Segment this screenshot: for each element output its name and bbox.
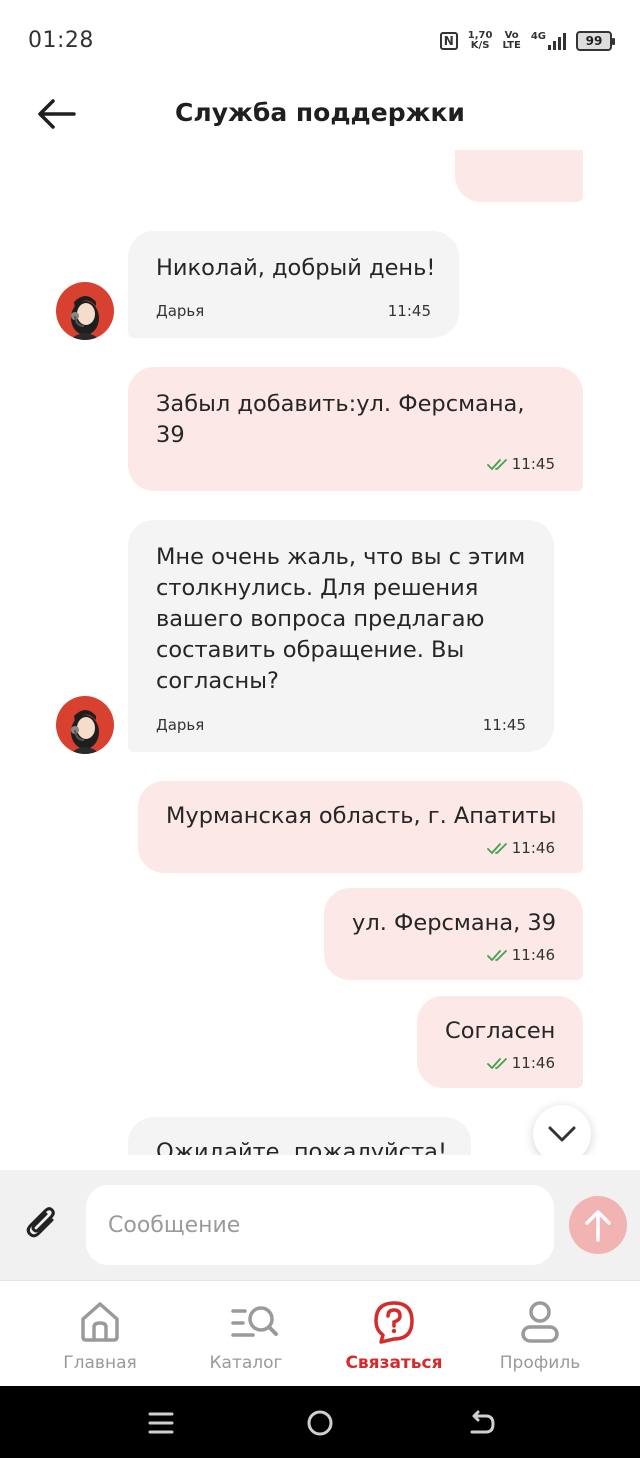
help-chat-icon	[374, 1301, 414, 1344]
agent-avatar	[56, 696, 114, 754]
arrow-up-icon	[585, 1210, 611, 1242]
bottom-navigation: Главная Каталог Связаться Профиль	[0, 1280, 640, 1386]
message-sender: Дарья	[156, 716, 205, 734]
double-check-icon	[487, 1058, 507, 1069]
double-check-icon	[487, 459, 507, 470]
network-type: 4G	[530, 31, 546, 42]
message-text-line: вашего вопроса предлагаю	[156, 606, 485, 632]
net-speed: 1,70 K/S	[468, 31, 493, 51]
home-icon	[81, 1302, 119, 1342]
battery-icon: 99	[576, 31, 615, 51]
message-time: 11:45	[387, 302, 431, 320]
message-text: Забыл добавить:ул. Ферсмана, 39	[156, 389, 524, 451]
message-bubble-incoming[interactable]: Ожидайте, пожалуйста!	[128, 1117, 471, 1155]
message-bubble-outgoing[interactable]: Согласен 11:46	[417, 996, 583, 1088]
nav-label: Связаться	[345, 1353, 443, 1373]
message-text-line: столкнулись. Для решения	[156, 575, 479, 601]
nav-item-home[interactable]: Главная	[30, 1281, 170, 1387]
previous-message-bubble	[455, 150, 583, 202]
nav-label: Главная	[63, 1353, 137, 1373]
nfc-icon: N	[439, 32, 458, 50]
nav-label: Каталог	[209, 1353, 283, 1373]
message-time: 11:46	[511, 839, 555, 857]
double-check-icon	[487, 950, 507, 961]
header: Служба поддержки	[0, 80, 640, 150]
message-time: 11:46	[511, 946, 555, 964]
message-text-line: согласны?	[156, 668, 279, 694]
agent-avatar	[56, 282, 114, 340]
system-navigation-bar	[0, 1386, 640, 1458]
double-check-icon	[487, 843, 507, 854]
back-icon[interactable]	[466, 1408, 496, 1438]
paperclip-icon	[26, 1207, 55, 1238]
message-bubble-outgoing[interactable]: Забыл добавить:ул. Ферсмана, 39 11:45	[128, 367, 583, 491]
status-icons: N 1,70 K/S Vo LTE 4G 99	[439, 28, 615, 54]
message-time: 11:45	[482, 716, 526, 734]
battery-level: 99	[585, 34, 603, 48]
home-circle-icon[interactable]	[305, 1408, 335, 1438]
chevron-down-icon	[548, 1126, 576, 1142]
message-sender: Дарья	[156, 302, 205, 320]
message-bubble-outgoing[interactable]: ул. Ферсмана, 39 11:46	[324, 888, 583, 980]
message-bubble-incoming[interactable]: Мне очень жаль, что вы с этим столкнулис…	[128, 520, 554, 752]
message-text-line: 39	[156, 422, 185, 448]
nav-item-catalog[interactable]: Каталог	[176, 1281, 316, 1387]
page-title: Служба поддержки	[175, 98, 465, 127]
message-bubble-incoming[interactable]: Николай, добрый день! Дарья 11:45	[128, 231, 459, 338]
message-text: Мурманская область, г. Апатиты	[166, 803, 557, 829]
message-text: Согласен	[445, 1018, 556, 1044]
volte-bottom: LTE	[502, 40, 521, 51]
message-text-line: составить обращение. Вы	[156, 637, 465, 663]
message-text: Мне очень жаль, что вы с этим столкнулис…	[156, 542, 525, 697]
chat-messages[interactable]: Николай, добрый день! Дарья 11:45 Забыл …	[0, 150, 640, 1155]
signal-icon: 4G	[531, 32, 566, 50]
nav-label: Профиль	[499, 1353, 581, 1373]
send-button[interactable]	[569, 1196, 627, 1254]
message-text-line: Мне очень жаль, что вы с этим	[156, 544, 526, 570]
message-time: 11:45	[511, 455, 555, 473]
scroll-to-bottom-button[interactable]	[533, 1105, 591, 1155]
message-text: Ожидайте, пожалуйста!	[156, 1139, 447, 1155]
nav-item-profile[interactable]: Профиль	[470, 1281, 610, 1387]
attach-button[interactable]	[22, 1204, 62, 1244]
net-speed-unit: K/S	[470, 40, 490, 51]
message-bubble-outgoing[interactable]: Мурманская область, г. Апатиты 11:46	[138, 781, 583, 873]
status-bar: 01:28 N 1,70 K/S Vo LTE 4G 99	[0, 0, 640, 80]
status-time: 01:28	[28, 28, 94, 53]
catalog-search-icon	[231, 1306, 279, 1337]
message-time: 11:46	[511, 1054, 555, 1072]
nav-item-contact[interactable]: Связаться	[324, 1281, 464, 1387]
volte-indicator: Vo LTE	[502, 31, 520, 51]
support-agent-avatar-icon	[70, 296, 100, 340]
message-text-line: Забыл добавить:ул. Ферсмана,	[156, 391, 525, 417]
profile-icon	[521, 1301, 559, 1343]
menu-icon[interactable]	[146, 1408, 176, 1438]
message-input[interactable]	[86, 1185, 554, 1265]
composer	[0, 1170, 640, 1280]
message-text: Николай, добрый день!	[156, 255, 436, 281]
support-agent-avatar-icon	[70, 710, 100, 754]
message-text: ул. Ферсмана, 39	[352, 910, 557, 936]
